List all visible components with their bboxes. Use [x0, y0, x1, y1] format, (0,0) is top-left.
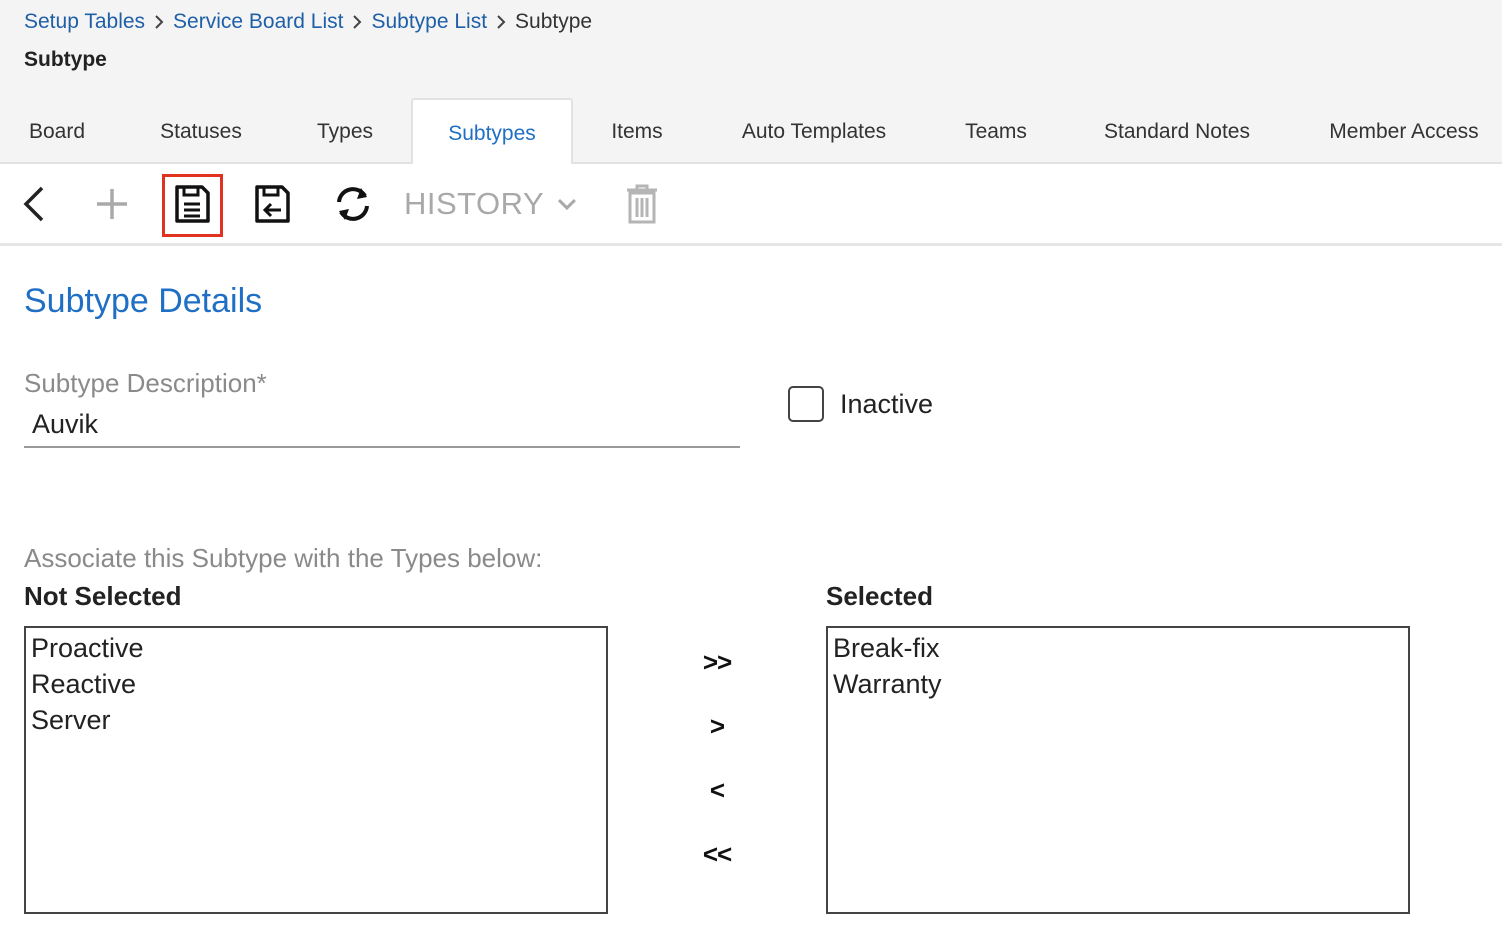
page-header: Setup Tables Service Board List Subtype …: [0, 0, 1502, 166]
back-button[interactable]: [12, 164, 56, 244]
breadcrumb-subtype-list[interactable]: Subtype List: [371, 10, 487, 34]
selected-listbox[interactable]: Break-fix Warranty: [826, 626, 1410, 914]
tab-types[interactable]: Types: [296, 98, 394, 164]
page-title: Subtype: [24, 48, 107, 71]
save-and-close-button[interactable]: [246, 164, 298, 244]
chevron-right-icon: [487, 10, 515, 34]
tab-board[interactable]: Board: [0, 98, 114, 164]
list-item-reactive[interactable]: Reactive: [31, 666, 601, 702]
toolbar: HISTORY: [0, 164, 1502, 246]
delete-button[interactable]: [620, 164, 664, 244]
chevron-right-icon: [145, 10, 173, 34]
breadcrumb-service-board-list[interactable]: Service Board List: [173, 10, 343, 34]
list-item-break-fix[interactable]: Break-fix: [833, 630, 1403, 666]
move-all-right-button[interactable]: >>: [686, 642, 748, 682]
list-item-server[interactable]: Server: [31, 702, 601, 738]
move-all-left-button[interactable]: <<: [686, 834, 748, 874]
tab-items[interactable]: Items: [594, 98, 680, 164]
list-item-warranty[interactable]: Warranty: [833, 666, 1403, 702]
add-button[interactable]: [90, 164, 134, 244]
tab-statuses[interactable]: Statuses: [136, 98, 266, 164]
tab-bar: Board Statuses Types Subtypes Items Auto…: [0, 98, 1502, 166]
save-close-icon: [255, 185, 290, 223]
refresh-icon: [337, 187, 369, 221]
history-label: HISTORY: [404, 186, 545, 221]
breadcrumb: Setup Tables Service Board List Subtype …: [24, 10, 592, 34]
trash-icon: [627, 184, 657, 224]
tab-subtypes[interactable]: Subtypes: [411, 98, 573, 166]
tab-member-access[interactable]: Member Access: [1312, 98, 1496, 164]
list-item-proactive[interactable]: Proactive: [31, 630, 601, 666]
chevron-right-icon: [343, 10, 371, 34]
chevron-left-icon: [23, 186, 44, 222]
refresh-button[interactable]: [326, 164, 380, 244]
tab-auto-templates[interactable]: Auto Templates: [724, 98, 904, 164]
tab-teams[interactable]: Teams: [948, 98, 1044, 164]
chevron-down-icon: [558, 198, 577, 211]
subtype-description-input[interactable]: [24, 402, 740, 448]
move-right-button[interactable]: >: [686, 706, 748, 746]
inactive-checkbox[interactable]: [788, 386, 824, 422]
breadcrumb-setup-tables[interactable]: Setup Tables: [24, 10, 145, 34]
inactive-label: Inactive: [840, 389, 934, 419]
association-label: Associate this Subtype with the Types be…: [24, 543, 543, 573]
selected-label: Selected: [826, 581, 933, 611]
not-selected-listbox[interactable]: Proactive Reactive Server: [24, 626, 608, 914]
move-left-button[interactable]: <: [686, 770, 748, 810]
breadcrumb-current: Subtype: [515, 10, 593, 33]
tab-standard-notes[interactable]: Standard Notes: [1088, 98, 1266, 164]
save-button-highlight: [162, 174, 223, 237]
plus-icon: [97, 189, 127, 219]
history-dropdown[interactable]: HISTORY: [404, 164, 578, 244]
subtype-description-label: Subtype Description*: [24, 368, 267, 398]
not-selected-label: Not Selected: [24, 581, 182, 611]
section-title: Subtype Details: [24, 282, 263, 320]
